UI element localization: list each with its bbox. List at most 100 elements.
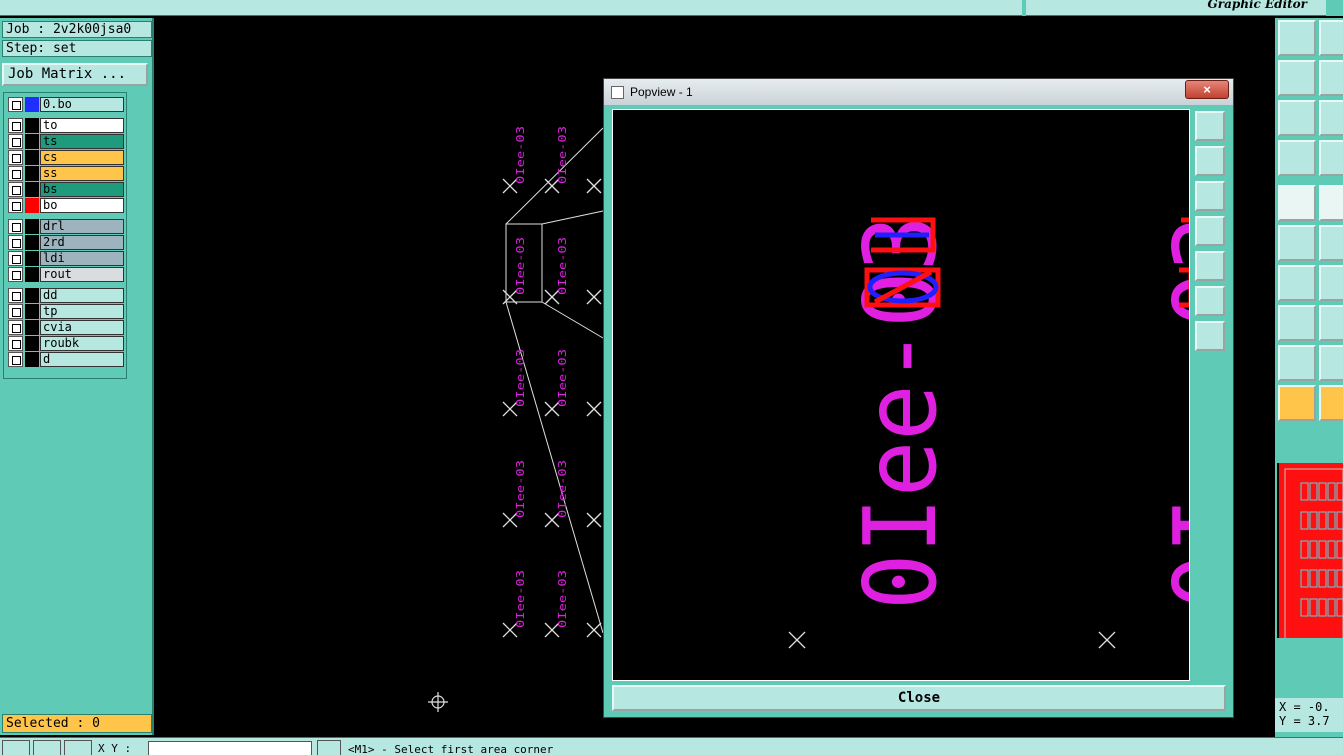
xy-input[interactable]: [148, 741, 312, 755]
tool-button-4[interactable]: [1319, 60, 1343, 96]
close-icon[interactable]: ×: [1185, 80, 1229, 99]
coord-y: Y = 3.7: [1279, 714, 1330, 728]
layer-color-swatch: [25, 352, 39, 367]
job-matrix-button[interactable]: Job Matrix ...: [2, 63, 148, 86]
layer-name[interactable]: d: [40, 352, 124, 367]
layer-row[interactable]: cs: [6, 150, 124, 165]
tool-button-3[interactable]: [1278, 60, 1316, 96]
layer-row[interactable]: tp: [6, 304, 124, 319]
popview-canvas[interactable]: 0Iee-03 0Iee-03: [612, 109, 1190, 681]
zoom-out-button[interactable]: [1195, 321, 1225, 351]
grid-mode-button[interactable]: [64, 740, 92, 755]
layer-row[interactable]: dd: [6, 288, 124, 303]
overview-map[interactable]: [1277, 463, 1343, 648]
layer-color-swatch: [25, 267, 39, 282]
layer-row[interactable]: roubk: [6, 336, 124, 351]
layer-row[interactable]: bo: [6, 198, 124, 213]
pan-down-button[interactable]: [1195, 181, 1225, 211]
tool-button-17[interactable]: [1278, 345, 1316, 381]
zoom-home-button[interactable]: [1195, 111, 1225, 141]
layer-color-swatch: [25, 166, 39, 181]
selected-count: Selected : 0: [2, 714, 152, 733]
layer-row[interactable]: rout: [6, 267, 124, 282]
layer-checkbox[interactable]: [8, 150, 23, 165]
layer-checkbox[interactable]: [8, 198, 23, 213]
layer-name[interactable]: ss: [40, 166, 124, 181]
tool-button-7[interactable]: [1278, 140, 1316, 176]
left-panel: Job : 2v2k00jsa0 Step: set Job Matrix ..…: [0, 18, 154, 735]
tool-button-14[interactable]: [1319, 265, 1343, 301]
close-button[interactable]: Close: [612, 685, 1226, 711]
tool-button-15[interactable]: [1278, 305, 1316, 341]
tool-button-12[interactable]: [1319, 225, 1343, 261]
layer-checkbox[interactable]: [8, 304, 23, 319]
layer-name[interactable]: ts: [40, 134, 124, 149]
layer-name[interactable]: dd: [40, 288, 124, 303]
check-mode-button[interactable]: [33, 740, 61, 755]
pan-up-button[interactable]: [1195, 146, 1225, 176]
layer-row[interactable]: d: [6, 352, 124, 367]
layer-checkbox[interactable]: [8, 134, 23, 149]
step-name: Step: set: [2, 40, 152, 57]
layer-name[interactable]: bo: [40, 198, 124, 213]
popview-title: Popview - 1: [630, 85, 693, 99]
tool-button-9[interactable]: [1278, 185, 1316, 221]
pan-right-button[interactable]: [1195, 251, 1225, 281]
tool-button-8[interactable]: [1319, 140, 1343, 176]
layer-checkbox[interactable]: [8, 336, 23, 351]
layer-checkbox[interactable]: [8, 166, 23, 181]
layer-row[interactable]: to: [6, 118, 124, 133]
layer-row[interactable]: cvia: [6, 320, 124, 335]
layer-row[interactable]: ldi: [6, 251, 124, 266]
tool-button-18[interactable]: [1319, 345, 1343, 381]
layer-checkbox[interactable]: [8, 97, 23, 112]
layer-checkbox[interactable]: [8, 182, 23, 197]
tool-button-6[interactable]: [1319, 100, 1343, 136]
layer-row[interactable]: drl: [6, 219, 124, 234]
tool-button-1[interactable]: [1278, 20, 1316, 56]
info-button[interactable]: [317, 740, 341, 755]
layer-name[interactable]: rout: [40, 267, 124, 282]
layer-color-swatch: [25, 336, 39, 351]
layer-row[interactable]: 2rd: [6, 235, 124, 250]
select-tool-button[interactable]: [1278, 385, 1316, 421]
tool-button-2[interactable]: [1319, 20, 1343, 56]
layer-row[interactable]: bs: [6, 182, 124, 197]
layer-checkbox[interactable]: [8, 118, 23, 133]
layer-name[interactable]: cs: [40, 150, 124, 165]
layer-checkbox[interactable]: [8, 352, 23, 367]
layer-row[interactable]: ts: [6, 134, 124, 149]
layer-name[interactable]: ldi: [40, 251, 124, 266]
layer-name[interactable]: tp: [40, 304, 124, 319]
layer-checkbox[interactable]: [8, 251, 23, 266]
layer-checkbox[interactable]: [8, 288, 23, 303]
panel-label: 0Iee-03: [514, 126, 527, 184]
tool-button-5[interactable]: [1278, 100, 1316, 136]
layer-name[interactable]: 2rd: [40, 235, 124, 250]
window-icon: [611, 86, 624, 99]
layer-row[interactable]: ss: [6, 166, 124, 181]
tool-button-11[interactable]: [1278, 225, 1316, 261]
popview-titlebar[interactable]: Popview - 1 ×: [604, 79, 1233, 105]
zoom-in-button[interactable]: [1195, 286, 1225, 316]
layer-row[interactable]: 0.bo: [6, 97, 124, 112]
tool-button-13[interactable]: [1278, 265, 1316, 301]
layer-name[interactable]: 0.bo: [40, 97, 124, 112]
layer-name[interactable]: cvia: [40, 320, 124, 335]
tool-button-16[interactable]: [1319, 305, 1343, 341]
layer-checkbox[interactable]: [8, 267, 23, 282]
layer-name[interactable]: bs: [40, 182, 124, 197]
layer-checkbox[interactable]: [8, 320, 23, 335]
tool-button-10[interactable]: [1319, 185, 1343, 221]
layer-name[interactable]: roubk: [40, 336, 124, 351]
layer-name[interactable]: to: [40, 118, 124, 133]
top-title-bar: Graphic Editor: [0, 0, 1343, 16]
pan-left-button[interactable]: [1195, 216, 1225, 246]
select-area-button[interactable]: [1319, 385, 1343, 421]
pointer-mode-button[interactable]: [2, 740, 30, 755]
layer-checkbox[interactable]: [8, 235, 23, 250]
overview-drawing: [1279, 463, 1343, 648]
layer-name[interactable]: drl: [40, 219, 124, 234]
layer-checkbox[interactable]: [8, 219, 23, 234]
panel-label: 0Iee-03: [514, 570, 527, 628]
